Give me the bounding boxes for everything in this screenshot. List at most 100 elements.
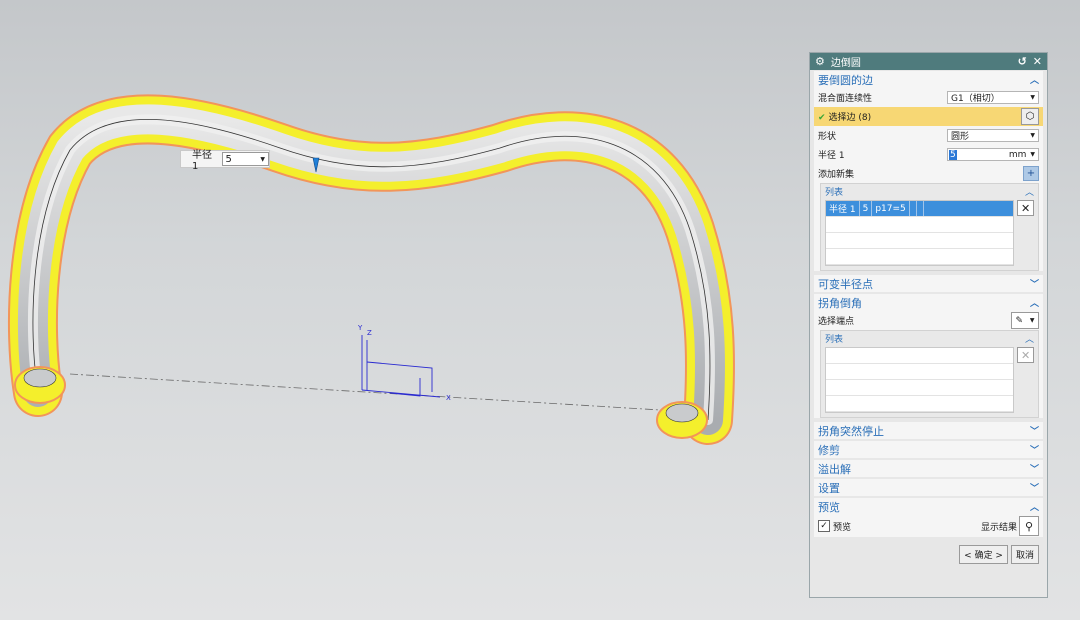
section-corner-stop-title: 拐角突然停止 [818,424,884,438]
list-item [826,396,1014,412]
checkmark-icon: ✔ [818,113,826,123]
radius-onscreen-input[interactable]: 半径 1 5 ▼ [180,150,270,172]
section-preview: 预览 ︿ ✓ 预览 显示结果 ⚲ [814,498,1043,537]
dropdown-arrow-icon: ▼ [1030,151,1035,158]
handle-model[interactable]: Y Z X [0,0,800,620]
blend-continuity-row: 混合面连续性 G1（相切） ▼ [814,88,1043,107]
preview-label: 预览 [833,522,852,533]
section-settings: 设置 ﹀ [814,479,1043,496]
blend-continuity-select[interactable]: G1（相切） ▼ [947,91,1039,104]
shape-row: 形状 圆形 ▼ [814,126,1043,145]
shape-select[interactable]: 圆形 ▼ [947,129,1039,142]
reset-icon[interactable]: ↺ [1018,55,1027,68]
section-settings-title: 设置 [818,481,840,495]
radius-row: 半径 1 5 mm ▼ [814,145,1043,164]
chevron-up-icon: ︿ [1029,76,1039,86]
list-item [826,364,1014,380]
radius-popup-label: 半径 1 [192,150,212,172]
ok-button[interactable]: < 确定 > [959,545,1008,564]
preview-checkbox[interactable]: ✓ [818,520,830,532]
select-edge-row[interactable]: ✔ 选择边 (8) ⬡ [814,107,1043,126]
radius-input[interactable]: 5 mm ▼ [947,148,1039,161]
cancel-button[interactable]: 取消 [1010,545,1039,564]
select-endpoint-row: 选择端点 ✎ ▼ [814,311,1043,330]
list-cell: p17=5 [872,201,910,216]
section-variable-radius-title: 可变半径点 [818,277,873,291]
section-overflow-header[interactable]: 溢出解 ﹀ [814,460,1043,477]
setback-list-header[interactable]: 列表 ︿ [821,331,1038,345]
section-trim-header[interactable]: 修剪 ﹀ [814,441,1043,458]
blend-continuity-value: G1（相切） [951,94,1000,104]
setback-list-panel: 列表 ︿ ✕ [820,330,1039,418]
dialog-titlebar[interactable]: ⚙ 边倒圆 ↺ ✕ [810,53,1047,70]
chevron-up-icon: ︿ [1029,503,1039,513]
section-corner-setback-title: 拐角倒角 [818,296,862,310]
list-item [826,249,1014,265]
list-item[interactable]: 半径 1 5 p17=5 [826,201,1014,217]
section-trim-title: 修剪 [818,443,840,457]
select-endpoint-label: 选择端点 [818,317,855,327]
section-preview-header[interactable]: 预览 ︿ [814,498,1043,515]
edge-selection-cube-icon[interactable]: ⬡ [1021,108,1039,125]
wcs-y-label: Y [357,324,363,332]
radius-popup-value-text: 5 [225,153,232,165]
chevron-down-icon: ﹀ [1029,484,1039,494]
magnifier-icon[interactable]: ⚲ [1019,516,1039,536]
datum-axis-line [69,373,661,411]
dropdown-arrow-icon: ▼ [1030,94,1035,101]
list-cell: 5 [860,201,873,216]
shape-label: 形状 [818,132,837,142]
edges-list-header[interactable]: 列表 ︿ [821,184,1038,198]
section-edges-title: 要倒圆的边 [818,73,873,87]
radius-value: 5 [949,149,957,160]
dialog-title: 边倒圆 [830,58,861,69]
radius-unit: mm [1008,149,1027,160]
section-corner-stop-header[interactable]: 拐角突然停止 ﹀ [814,422,1043,439]
section-overflow-title: 溢出解 [818,462,851,476]
show-result-label: 显示结果 [980,522,1017,533]
section-settings-header[interactable]: 设置 ﹀ [814,479,1043,496]
add-new-set-row: 添加新集 + [814,164,1043,183]
select-edge-label: 选择边 (8) [828,113,872,123]
edges-list-panel: 列表 ︿ 半径 1 5 p17=5 ✕ [820,183,1039,271]
chevron-up-icon: ︿ [1024,187,1034,198]
add-set-icon[interactable]: + [1023,166,1039,181]
section-corner-setback-header[interactable]: 拐角倒角 ︿ [814,294,1043,311]
close-icon[interactable]: ✕ [1033,55,1042,68]
dropdown-arrow-icon: ▼ [1030,132,1035,139]
list-item [826,233,1014,249]
wcs-x-label: X [446,394,451,402]
list-item [826,348,1014,364]
section-edges-header[interactable]: 要倒圆的边 ︿ [814,71,1043,88]
dialog-footer: < 确定 > 取消 [814,539,1043,564]
setback-list[interactable] [825,347,1015,413]
gear-icon: ⚙ [815,55,825,68]
list-item [826,380,1014,396]
delete-icon[interactable]: ✕ [1017,200,1034,216]
left-end-face [23,368,57,388]
preview-row: ✓ 预览 显示结果 ⚲ [814,515,1043,537]
delete-icon: ✕ [1017,347,1034,363]
section-corner-stop: 拐角突然停止 ﹀ [814,422,1043,439]
list-item [826,217,1014,233]
section-overflow: 溢出解 ﹀ [814,460,1043,477]
point-picker-icon[interactable]: ✎ ▼ [1011,312,1039,329]
section-variable-radius-header[interactable]: 可变半径点 ﹀ [814,275,1043,292]
chevron-down-icon: ﹀ [1029,280,1039,290]
section-preview-title: 预览 [818,500,840,514]
right-end-face [665,403,699,423]
edges-list[interactable]: 半径 1 5 p17=5 [825,200,1015,266]
chevron-up-icon: ︿ [1024,334,1034,345]
list-cell [910,201,917,216]
radius-label: 半径 1 [818,151,845,161]
add-new-set-label: 添加新集 [818,170,855,180]
edge-blend-dialog: ⚙ 边倒圆 ↺ ✕ 要倒圆的边 ︿ 混合面连续性 G1（相切） ▼ ✔ 选择边 (8… [809,52,1048,598]
section-variable-radius: 可变半径点 ﹀ [814,275,1043,292]
wcs-z-label: Z [367,329,372,337]
section-trim: 修剪 ﹀ [814,441,1043,458]
section-corner-setback: 拐角倒角 ︿ 选择端点 ✎ ▼ 列表 ︿ ✕ [814,294,1043,418]
edges-list-title: 列表 [825,187,844,198]
chevron-down-icon: ﹀ [1029,446,1039,456]
blend-continuity-label: 混合面连续性 [818,94,873,104]
radius-popup-value[interactable]: 5 ▼ [221,152,269,166]
